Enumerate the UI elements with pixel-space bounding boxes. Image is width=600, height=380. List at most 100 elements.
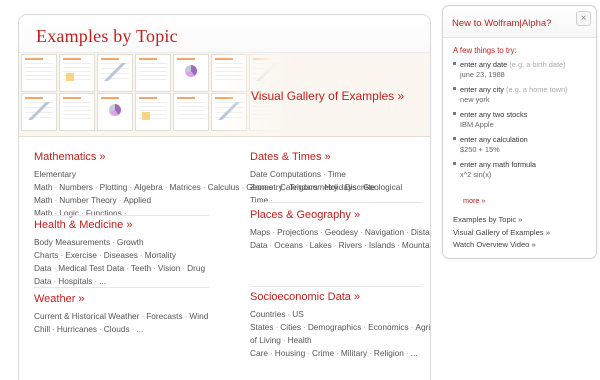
gallery-thumbnail[interactable] <box>59 93 95 131</box>
separator-dot: · <box>405 348 409 358</box>
try-item[interactable]: enter any calculation $250 + 15% <box>453 135 593 155</box>
topic-link[interactable]: ... <box>129 208 136 218</box>
separator-dot: · <box>360 227 363 237</box>
topic-link[interactable]: Projections <box>277 227 318 237</box>
separator-dot: · <box>153 263 156 273</box>
topic-link[interactable]: Cities <box>280 322 301 332</box>
gallery-thumbnail[interactable] <box>21 93 57 131</box>
divider <box>34 215 209 216</box>
separator-dot: · <box>99 324 102 334</box>
try-example[interactable]: x^2 sin(x) <box>460 170 593 180</box>
topic-link[interactable]: Algebra <box>134 182 163 192</box>
topic-link[interactable]: Forecasts <box>146 311 182 321</box>
topic-link[interactable]: Body Measurements <box>34 237 110 247</box>
topic-link[interactable]: Economics <box>368 322 409 332</box>
try-example[interactable]: new york <box>460 95 593 105</box>
separator-dot: · <box>358 182 362 192</box>
separator-dot: · <box>126 263 129 273</box>
topic-link[interactable]: Diseases <box>104 250 138 260</box>
topic-link[interactable]: Hurricanes <box>57 324 97 334</box>
topic-link[interactable]: ... <box>99 276 106 286</box>
sidebar-link[interactable]: Watch Overview Video » <box>453 239 550 252</box>
topic-title-places-geography[interactable]: Places & Geography » <box>250 209 430 221</box>
topic-title-health-medicine[interactable]: Health & Medicine » <box>34 219 214 231</box>
try-example[interactable]: $250 + 15% <box>460 145 593 155</box>
gallery-thumbnail[interactable] <box>97 93 133 131</box>
topic-link[interactable]: Distances <box>411 227 430 237</box>
gallery-thumbnail[interactable] <box>97 54 133 92</box>
visual-gallery-link[interactable]: Visual Gallery of Examples » <box>251 89 404 103</box>
topic-link[interactable]: Geodesy <box>325 227 358 237</box>
topic-link[interactable]: Crime <box>312 348 334 358</box>
topic-link[interactable]: Lakes <box>310 240 332 250</box>
topic-link[interactable]: Matrices <box>169 182 200 192</box>
topic-link[interactable]: ... <box>136 324 143 334</box>
sidebar-link[interactable]: Examples by Topic » <box>453 214 550 227</box>
try-item[interactable]: enter any math formula x^2 sin(x) <box>453 160 593 180</box>
try-command: enter any math formula <box>460 160 593 170</box>
topic-link[interactable]: Agriculture <box>415 322 430 332</box>
topic-link[interactable]: ... <box>275 195 282 205</box>
topic-items: Current & Historical Weather · Forecasts · W… <box>34 310 214 336</box>
sidebar-link[interactable]: Visual Gallery of Examples » <box>453 227 550 240</box>
topic-link[interactable]: Rivers <box>339 240 363 250</box>
separator-dot: · <box>336 348 339 358</box>
topic-link[interactable]: Navigation <box>365 227 404 237</box>
sidebar-subtitle: A few things to try: <box>453 46 517 55</box>
topic-link[interactable]: Religion <box>374 348 404 358</box>
try-item[interactable]: enter any two stocks IBM Apple <box>453 110 593 130</box>
topic-link[interactable]: ... <box>411 348 418 358</box>
divider <box>34 287 209 288</box>
topic-link[interactable]: Exercise <box>65 250 97 260</box>
topic-link[interactable]: Demographics <box>308 322 362 332</box>
try-item[interactable]: enter any date (e.g. a birth date) june 2… <box>453 60 593 80</box>
gallery-thumbnail[interactable] <box>21 54 57 92</box>
separator-dot: · <box>139 250 143 260</box>
topic-link[interactable]: Numbers <box>59 182 93 192</box>
gallery-thumbnail[interactable] <box>173 93 209 131</box>
try-example[interactable]: IBM Apple <box>460 120 593 130</box>
topic-link[interactable]: Plotting <box>100 182 128 192</box>
separator-dot: · <box>307 348 310 358</box>
topic-link[interactable]: Mountains <box>402 240 430 250</box>
topic-link[interactable]: Hospitals <box>58 276 92 286</box>
topic-link[interactable]: Current & Historical Weather <box>34 311 139 321</box>
try-item[interactable]: enter any city (e.g. a home town) new yor… <box>453 85 593 105</box>
close-button[interactable]: × <box>576 11 591 26</box>
topic-title-weather[interactable]: Weather » <box>34 293 214 305</box>
topic-link[interactable]: Clouds <box>104 324 130 334</box>
topic-link[interactable]: Oceans <box>274 240 303 250</box>
topic-link[interactable]: Calendars <box>280 182 318 192</box>
topic-link[interactable]: Date Computations <box>250 169 321 179</box>
more-link[interactable]: more » <box>463 196 485 205</box>
topic-link[interactable]: Islands <box>369 240 395 250</box>
topic-dates-times: Dates & Times » Date Computations · Time Z… <box>250 151 430 207</box>
gallery-thumbnail[interactable] <box>135 93 171 131</box>
bullet-icon <box>453 87 456 90</box>
topic-link[interactable]: Holidays <box>324 182 356 192</box>
topic-link[interactable]: Countries <box>250 309 286 319</box>
topic-title-dates-times[interactable]: Dates & Times » <box>250 151 430 163</box>
gallery-thumbnail[interactable] <box>173 54 209 92</box>
topic-socioeconomic-data: Socioeconomic Data » Countries · US States… <box>250 291 430 360</box>
topic-title-socioeconomic-data[interactable]: Socioeconomic Data » <box>250 291 430 303</box>
topic-link[interactable]: Teeth <box>131 263 151 273</box>
topic-link[interactable]: Maps <box>250 227 270 237</box>
try-command: enter any date (e.g. a birth date) <box>460 60 593 70</box>
topic-title-mathematics[interactable]: Mathematics » <box>34 151 214 163</box>
separator-dot: · <box>333 240 337 250</box>
topic-link[interactable]: Calculus <box>208 182 240 192</box>
topic-link[interactable]: Medical Test Data <box>58 263 124 273</box>
topic-link[interactable]: Functions <box>86 208 122 218</box>
try-example[interactable]: june 23, 1988 <box>460 70 593 80</box>
visual-gallery-strip[interactable]: Visual Gallery of Examples » <box>19 53 430 137</box>
topic-link[interactable]: Number Theory <box>59 195 117 205</box>
topic-link[interactable]: Logic <box>59 208 79 218</box>
topic-weather: Weather » Current & Historical Weather · F… <box>34 293 214 336</box>
gallery-thumbnail[interactable] <box>59 54 95 92</box>
gallery-thumbnail[interactable] <box>135 54 171 92</box>
try-command: enter any calculation <box>460 135 593 145</box>
topic-link[interactable]: Military <box>341 348 367 358</box>
topic-link[interactable]: Vision <box>158 263 180 273</box>
topic-link[interactable]: Housing <box>275 348 305 358</box>
